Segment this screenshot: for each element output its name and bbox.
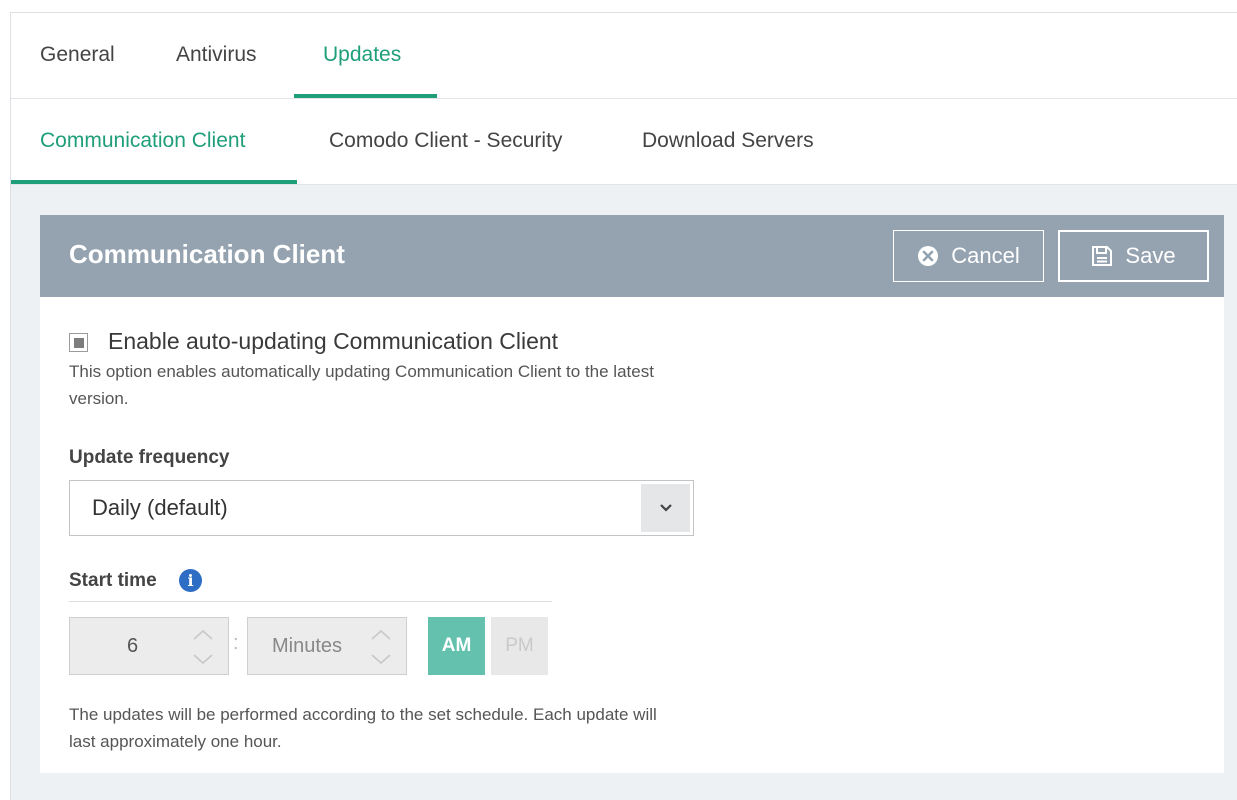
auto-update-help: This option enables automatically updati… (69, 362, 654, 408)
policy-settings-panel: General Antivirus Updates Communication … (10, 12, 1237, 800)
am-toggle[interactable]: AM (428, 617, 485, 675)
x-circle-icon (917, 245, 939, 267)
hour-value: 6 (127, 635, 139, 657)
start-time-help: The updates will be performed according … (69, 705, 657, 751)
card-header: Communication Client Cancel Save (40, 215, 1224, 297)
minutes-up-icon[interactable] (366, 624, 396, 646)
cancel-button[interactable]: Cancel (893, 230, 1044, 282)
hour-up-icon[interactable] (188, 624, 218, 646)
hour-stepper-arrows (188, 622, 218, 672)
start-time-label: Start time (69, 570, 157, 591)
start-time-divider (69, 601, 552, 602)
minutes-down-icon[interactable] (366, 648, 396, 670)
hour-stepper[interactable]: 6 (69, 617, 229, 675)
auto-update-label: Enable auto-updating Communication Clien… (108, 328, 559, 354)
update-frequency-label: Update frequency (69, 447, 230, 468)
minutes-value: Minutes (272, 635, 343, 657)
checkbox-fill (73, 337, 84, 348)
cancel-label: Cancel (951, 243, 1020, 268)
main-tab-bar: General Antivirus Updates (11, 13, 1237, 99)
tab-general[interactable]: General (40, 43, 115, 67)
auto-update-checkbox[interactable] (69, 333, 88, 352)
update-frequency-value: Daily (default) (92, 495, 228, 520)
minutes-stepper-arrows (366, 622, 396, 672)
hour-down-icon[interactable] (188, 648, 218, 670)
update-frequency-select[interactable]: Daily (default) (69, 480, 694, 536)
chevron-down-icon[interactable] (641, 484, 690, 532)
pm-toggle[interactable]: PM (491, 617, 548, 675)
tab-communication-client[interactable]: Communication Client (40, 129, 245, 153)
active-tab-indicator (294, 94, 437, 98)
time-separator: : (233, 632, 239, 654)
tab-antivirus[interactable]: Antivirus (176, 43, 257, 67)
floppy-disk-icon (1091, 245, 1113, 267)
info-icon[interactable]: i (179, 569, 202, 592)
tab-download-servers[interactable]: Download Servers (642, 129, 814, 153)
sub-tab-bar: Communication Client Comodo Client - Sec… (11, 99, 1237, 185)
card-title: Communication Client (69, 239, 345, 269)
save-button[interactable]: Save (1058, 230, 1209, 282)
minutes-stepper[interactable]: Minutes (247, 617, 407, 675)
tab-comodo-client-security[interactable]: Comodo Client - Security (329, 129, 562, 153)
communication-client-card: Communication Client Cancel Save Enable … (40, 215, 1224, 773)
active-subtab-indicator (11, 180, 297, 184)
tab-updates[interactable]: Updates (323, 43, 401, 67)
save-label: Save (1125, 243, 1176, 268)
